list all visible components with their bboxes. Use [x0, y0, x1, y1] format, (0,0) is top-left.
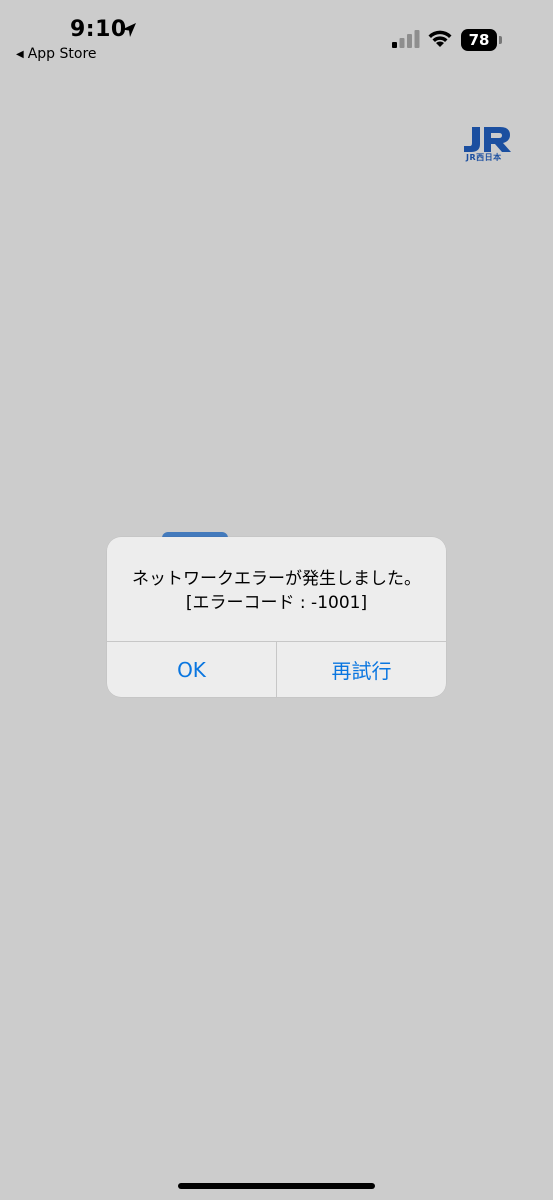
- app-screen: 9:10 ◀ App Store 78 JR西日本 ネットワークエラーが発生しま…: [0, 0, 553, 1200]
- battery-indicator: 78: [461, 29, 505, 51]
- battery-cap: [499, 36, 502, 44]
- home-indicator[interactable]: [178, 1183, 375, 1189]
- status-time: 9:10: [70, 17, 127, 42]
- jr-west-logo-text: JR西日本: [466, 153, 502, 162]
- battery-level: 78: [461, 29, 497, 51]
- location-arrow-icon: [122, 23, 136, 37]
- alert-message-line1: ネットワークエラーが発生しました。: [132, 569, 421, 589]
- back-app-label: App Store: [27, 46, 97, 62]
- retry-button[interactable]: 再試行: [277, 642, 446, 697]
- network-error-alert: ネットワークエラーが発生しました。 [エラーコード : -1001] OK 再試…: [107, 537, 446, 697]
- alert-message-line2: [エラーコード : -1001]: [185, 593, 368, 613]
- back-triangle-icon: ◀: [16, 48, 24, 60]
- alert-message: ネットワークエラーが発生しました。 [エラーコード : -1001]: [107, 567, 446, 615]
- back-to-app-store[interactable]: ◀ App Store: [16, 46, 97, 62]
- cellular-signal-icon: [392, 30, 420, 48]
- wifi-icon: [428, 30, 452, 47]
- ok-button[interactable]: OK: [107, 642, 276, 697]
